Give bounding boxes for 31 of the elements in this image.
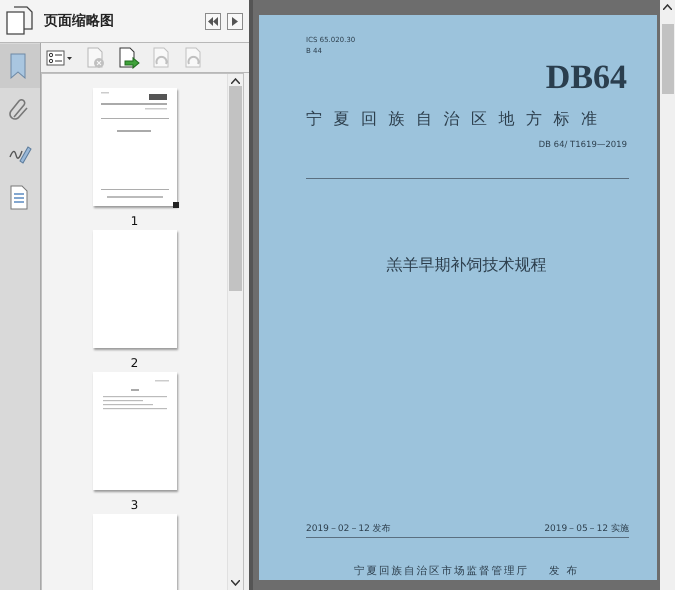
page-thumbnail[interactable] [92, 88, 176, 206]
effective-date: 2019－05－12 实施 [544, 522, 629, 536]
toolbar-button[interactable] [118, 46, 140, 68]
sidebar-tab[interactable] [0, 44, 40, 88]
issuer-name: 宁夏回族自治区市场监督管理厅 [354, 564, 530, 580]
page-number: 3 [130, 497, 138, 514]
page-number: 2 [130, 355, 138, 372]
panel-title: 页面缩略图 [44, 12, 115, 30]
expand-button[interactable] [227, 12, 243, 30]
right-arrow-icon [232, 16, 238, 26]
publish-date: 2019－02－12 发布 [306, 522, 391, 536]
scrollbar-thumb[interactable] [662, 24, 674, 94]
page-text-drawing [102, 380, 168, 410]
scroll-up-icon[interactable] [663, 4, 672, 10]
page-thumbnail[interactable] [92, 372, 176, 490]
standard-authority: 宁夏回族自治区地方标准 [306, 108, 610, 130]
double-left-arrow-icon [208, 16, 218, 26]
standard-code: DB64 [546, 63, 627, 93]
page-thumbnail[interactable] [92, 230, 176, 348]
issue-label: 发 布 [549, 564, 579, 580]
list-options-icon [46, 50, 74, 66]
scroll-down-icon[interactable] [231, 580, 240, 586]
page-number: 1 [130, 213, 138, 230]
document-title: 羔羊早期补饲技术规程 [386, 254, 546, 276]
toolbar-button[interactable] [46, 50, 74, 66]
collapse-panel-button[interactable] [205, 12, 221, 30]
page-extract-icon [118, 46, 140, 68]
scroll-up-icon[interactable] [231, 78, 240, 84]
page-delete-icon [86, 46, 106, 68]
standard-number: DB 64/ T1619—2019 [538, 139, 627, 152]
scrollbar-thumb[interactable] [229, 86, 242, 291]
